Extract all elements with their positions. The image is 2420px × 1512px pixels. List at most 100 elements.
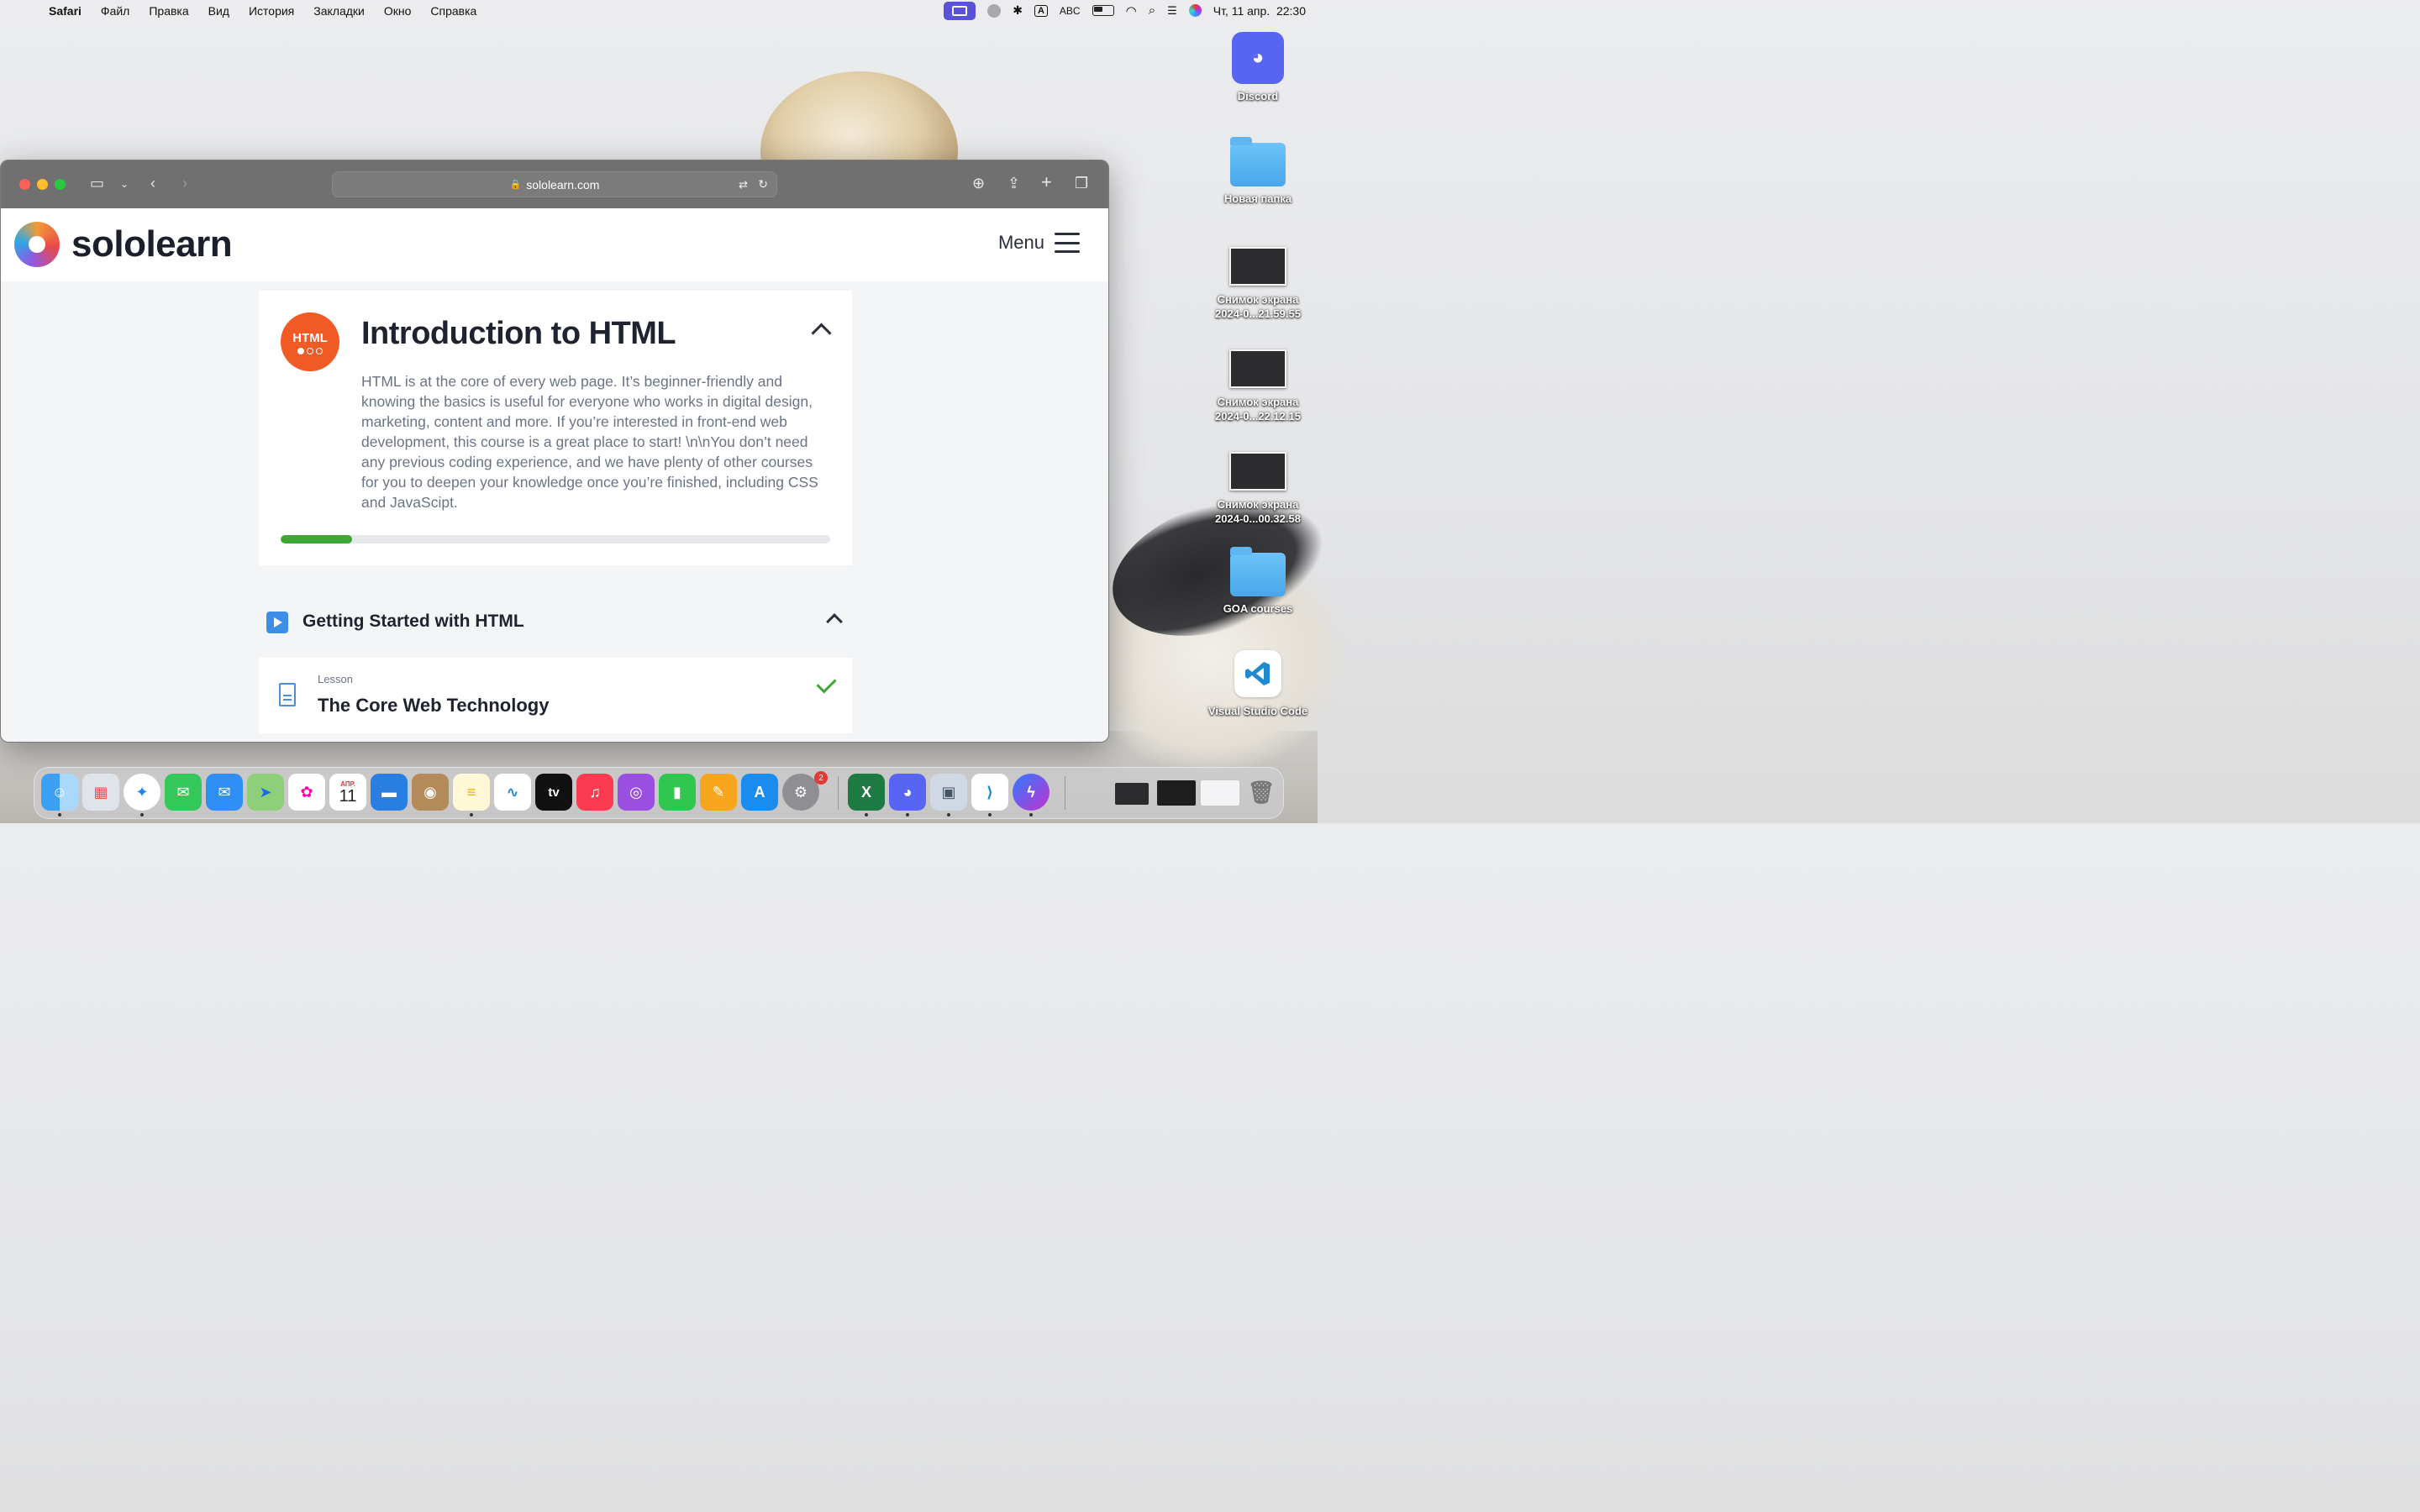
- desktop-icon-label: Discord: [1237, 90, 1279, 102]
- freeform-icon[interactable]: ∿: [494, 774, 531, 811]
- desktop-icon-label: GOA courses: [1223, 602, 1293, 615]
- contacts-icon[interactable]: ◉: [412, 774, 449, 811]
- desktop-icon-screenshot-1[interactable]: Снимок экрана 2024-0...21.59.55: [1203, 247, 1313, 321]
- desktop-icon-goa-courses[interactable]: GOA courses: [1203, 547, 1313, 616]
- minimized-window-thumbnail-icon[interactable]: [1201, 780, 1239, 806]
- reload-icon[interactable]: ↻: [758, 177, 768, 192]
- tab-groups-chevron-icon[interactable]: ⌄: [120, 178, 129, 190]
- keyboard-a-icon[interactable]: A: [1034, 4, 1048, 17]
- keynote-icon[interactable]: ▬: [371, 774, 408, 811]
- back-button-icon[interactable]: ‹: [150, 175, 155, 192]
- mail-icon[interactable]: ✉: [206, 774, 243, 811]
- pages-icon[interactable]: ✎: [700, 774, 737, 811]
- forward-button-icon[interactable]: ›: [182, 175, 187, 192]
- course-level-dots: [281, 348, 339, 354]
- focus-icon[interactable]: [987, 3, 1002, 18]
- wifi-icon[interactable]: ◠: [1126, 3, 1137, 18]
- running-indicator: [1029, 813, 1033, 816]
- calendar-icon[interactable]: АПР. 11: [329, 774, 366, 811]
- folder-icon: [1230, 547, 1286, 596]
- hamburger-icon: [1055, 233, 1080, 253]
- discord-icon[interactable]: ◕: [889, 774, 926, 811]
- photos-icon[interactable]: ✿: [288, 774, 325, 811]
- preview-icon[interactable]: ▣: [930, 774, 967, 811]
- clock[interactable]: Чт, 11 апр. 22:30: [1213, 4, 1306, 18]
- menu-bookmarks[interactable]: Закладки: [313, 4, 365, 18]
- notes-icon[interactable]: ≡: [453, 774, 490, 811]
- screen-share-icon[interactable]: [944, 1, 976, 20]
- safari-toolbar: ▭ ⌄ ‹ › 🔒 sololearn.com ⇄ ↻ ⊕ ⇪ + ❐: [1, 160, 1108, 208]
- desktop-icon-label: Новая папка: [1223, 192, 1292, 205]
- input-source-label[interactable]: ABC: [1060, 5, 1081, 17]
- podcasts-icon[interactable]: ◎: [618, 774, 655, 811]
- url-text: sololearn.com: [526, 177, 600, 192]
- play-module-icon: [266, 612, 288, 633]
- menu-app-name[interactable]: Safari: [49, 4, 82, 18]
- address-bar[interactable]: 🔒 sololearn.com ⇄ ↻: [332, 171, 777, 197]
- appstore-icon[interactable]: A: [741, 774, 778, 811]
- siri-icon[interactable]: [1188, 4, 1202, 17]
- control-center-icon[interactable]: ☰: [1167, 4, 1177, 18]
- desktop-icon-discord[interactable]: ◕ Discord: [1203, 32, 1313, 103]
- lesson-title: The Core Web Technology: [318, 695, 550, 716]
- running-indicator: [470, 813, 473, 816]
- battery-icon[interactable]: [1092, 5, 1114, 16]
- vscode-app-icon: [1234, 650, 1281, 697]
- vscode-icon[interactable]: ⟩: [971, 774, 1008, 811]
- menu-help[interactable]: Справка: [430, 4, 476, 18]
- menu-history[interactable]: История: [249, 4, 294, 18]
- menu-edit[interactable]: Правка: [149, 4, 188, 18]
- dock: ☺ ▦ ✦ ✉ ✉ ➤ ✿ АПР. 11 ▬ ◉ ≡ ∿ tv ♫ ◎ ▮ ✎…: [34, 767, 1284, 819]
- sidebar-toggle-icon[interactable]: ▭: [90, 175, 104, 192]
- site-menu-button[interactable]: Menu: [998, 232, 1080, 254]
- dock-separator: [838, 776, 839, 810]
- lesson-item[interactable]: Lesson The Core Web Technology: [259, 658, 852, 733]
- calendar-day: 11: [339, 786, 357, 806]
- sololearn-logo-icon[interactable]: [14, 222, 60, 267]
- minimized-window-thumbnail-icon[interactable]: [1157, 780, 1196, 806]
- new-tab-icon[interactable]: +: [1041, 171, 1052, 193]
- maps-icon[interactable]: ➤: [247, 774, 284, 811]
- downloads-icon[interactable]: ⊕: [972, 175, 985, 192]
- running-indicator: [140, 813, 144, 816]
- menu-window[interactable]: Окно: [384, 4, 412, 18]
- messenger-icon[interactable]: ϟ: [1013, 774, 1050, 811]
- screenshot-thumbnail-icon: [1229, 349, 1286, 388]
- collapse-course-chevron-icon[interactable]: [811, 323, 832, 344]
- desktop-icon-new-folder[interactable]: Новая папка: [1203, 137, 1313, 206]
- translate-icon[interactable]: ⇄: [739, 178, 748, 192]
- safari-icon[interactable]: ✦: [124, 774, 160, 811]
- close-window-button[interactable]: [19, 179, 30, 190]
- tab-overview-icon[interactable]: ❐: [1075, 175, 1088, 192]
- appletv-icon[interactable]: tv: [535, 774, 572, 811]
- menu-view[interactable]: Вид: [208, 4, 229, 18]
- desktop-icon-label: Снимок экрана 2024-0...21.59.55: [1215, 293, 1301, 320]
- desktop-icon-screenshot-2[interactable]: Снимок экрана 2024-0...22.12.15: [1203, 349, 1313, 423]
- spotlight-search-icon[interactable]: ⌕: [1149, 3, 1155, 18]
- desktop-icon-vscode[interactable]: Visual Studio Code: [1203, 650, 1313, 718]
- menu-file[interactable]: Файл: [101, 4, 129, 18]
- launchpad-icon[interactable]: ▦: [82, 774, 119, 811]
- module-header[interactable]: Getting Started with HTML: [259, 604, 852, 641]
- finder-icon[interactable]: ☺: [41, 774, 78, 811]
- collapse-module-chevron-icon[interactable]: [826, 613, 843, 630]
- course-title: Introduction to HTML: [361, 316, 676, 351]
- minimized-window-thumbnail-icon[interactable]: [1115, 783, 1149, 805]
- minimize-window-button[interactable]: [37, 179, 48, 190]
- trash-icon[interactable]: 🗑: [1243, 774, 1280, 811]
- share-icon[interactable]: ⇪: [1007, 175, 1020, 192]
- music-icon[interactable]: ♫: [576, 774, 613, 811]
- appletv-label: tv: [548, 785, 560, 800]
- folder-icon: [1230, 137, 1286, 186]
- numbers-icon[interactable]: ▮: [659, 774, 696, 811]
- course-badge-label: HTML: [292, 331, 328, 345]
- running-indicator: [947, 813, 950, 816]
- brand-name[interactable]: sololearn: [71, 223, 233, 265]
- zoom-window-button[interactable]: [55, 179, 66, 190]
- bluetooth-icon[interactable]: ✱: [1013, 3, 1023, 18]
- desktop-icon-screenshot-3[interactable]: Снимок экрана 2024-0...00.32.58: [1203, 452, 1313, 526]
- running-indicator: [906, 813, 909, 816]
- messages-icon[interactable]: ✉: [165, 774, 202, 811]
- excel-icon[interactable]: X: [848, 774, 885, 811]
- module-title: Getting Started with HTML: [302, 612, 524, 631]
